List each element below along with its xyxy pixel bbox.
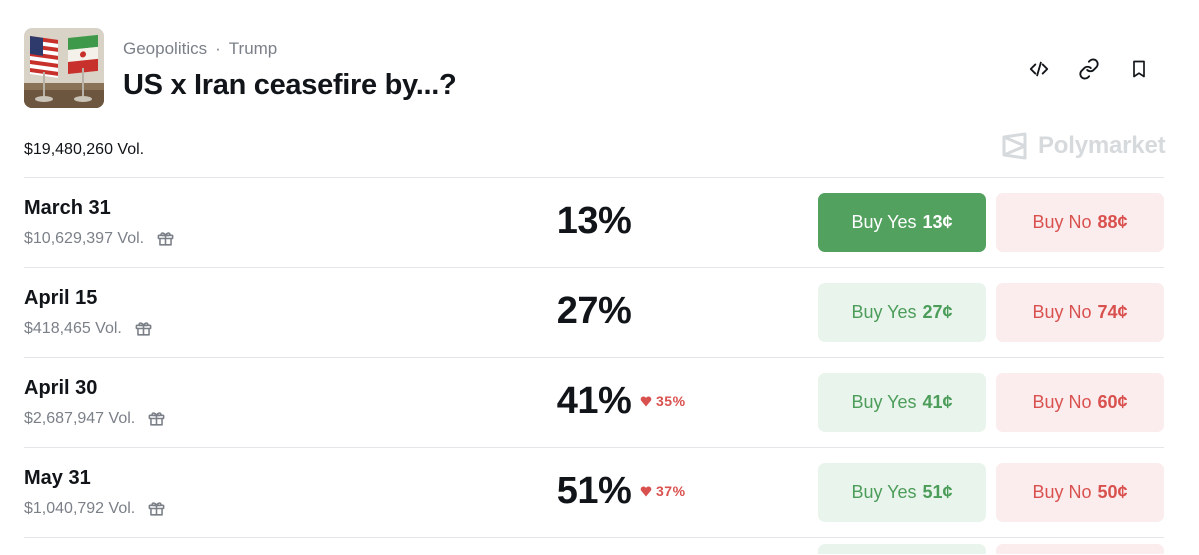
buy-no-button[interactable]: Buy No 74¢ <box>996 283 1164 342</box>
buy-yes-button[interactable]: Buy Yes 51¢ <box>818 463 986 522</box>
outcome-date: April 30 <box>24 377 98 399</box>
down-triangle-icon <box>640 485 652 496</box>
outcome-row[interactable]: April 15 $418,465 Vol. 27% Buy Yes 27¢ Buy No… <box>24 267 1164 357</box>
outcome-volume-text: $10,629,397 Vol. <box>24 229 145 247</box>
bookmark-button[interactable] <box>1114 54 1164 84</box>
copy-link-button[interactable] <box>1064 54 1114 84</box>
buy-yes-button[interactable]: Buy Yes 41¢ <box>818 373 986 432</box>
breadcrumb-tag[interactable]: Trump <box>229 39 278 59</box>
outcome-probability: 27% <box>556 290 632 332</box>
buy-no-label: Buy No <box>1032 482 1092 502</box>
outcome-row[interactable]: March 31 $10,629,397 Vol. 13% Buy Yes 13¢ Buy… <box>24 177 1164 267</box>
outcome-volume: $10,629,397 Vol. <box>24 229 175 248</box>
buy-yes-button[interactable] <box>818 544 986 554</box>
gift-icon <box>135 322 152 336</box>
brand-watermark: Polymarket <box>1001 132 1166 160</box>
buy-yes-price: 27¢ <box>922 302 953 322</box>
bookmark-icon <box>1133 60 1145 78</box>
breadcrumb-category[interactable]: Geopolitics <box>123 39 207 59</box>
gift-icon <box>148 502 165 516</box>
outcome-list: March 31 $10,629,397 Vol. 13% Buy Yes 13¢ Buy… <box>24 177 1164 554</box>
buy-yes-button[interactable]: Buy Yes 27¢ <box>818 283 986 342</box>
probability-change-value: 35% <box>656 393 686 409</box>
buy-no-button[interactable]: Buy No 50¢ <box>996 463 1164 522</box>
outcome-date: May 31 <box>24 467 91 489</box>
market-thumbnail <box>24 28 104 108</box>
buy-no-button[interactable]: Buy No 60¢ <box>996 373 1164 432</box>
outcome-volume-text: $418,465 Vol. <box>24 319 122 337</box>
outcome-probability: 13% <box>556 200 632 242</box>
polymarket-logo-icon <box>1002 132 1027 160</box>
buy-yes-label: Buy Yes <box>851 302 917 322</box>
probability-change: 35% <box>640 393 686 409</box>
gift-icon <box>157 232 174 246</box>
outcome-row[interactable]: April 30 $2,687,947 Vol. 41% 35% Buy Yes 41¢ B… <box>24 357 1164 447</box>
probability-change: 37% <box>640 483 686 499</box>
buy-yes-price: 13¢ <box>922 212 953 232</box>
outcome-volume-text: $2,687,947 Vol. <box>24 409 136 427</box>
buy-no-label: Buy No <box>1032 302 1092 322</box>
outcome-volume: $1,040,792 Vol. <box>24 499 166 518</box>
probability-change-value: 37% <box>656 483 686 499</box>
buy-no-price: 74¢ <box>1097 302 1128 322</box>
buy-no-button[interactable] <box>996 544 1164 554</box>
buy-yes-price: 41¢ <box>922 392 953 412</box>
buy-yes-label: Buy Yes <box>851 392 917 412</box>
gift-icon <box>148 412 165 426</box>
outcome-row[interactable]: May 31 $1,040,792 Vol. 51% 37% Buy Yes 51¢ Buy… <box>24 447 1164 537</box>
buy-yes-label: Buy Yes <box>851 482 917 502</box>
outcome-volume: $418,465 Vol. <box>24 319 153 338</box>
market-header: Geopolitics · Trump US x Iran ceasefire … <box>24 28 1164 108</box>
embed-code-icon <box>1029 61 1049 77</box>
outcome-volume: $2,687,947 Vol. <box>24 409 166 428</box>
buy-no-button[interactable]: Buy No 88¢ <box>996 193 1164 252</box>
down-triangle-icon <box>640 395 652 406</box>
buy-no-price: 60¢ <box>1097 392 1128 412</box>
outcome-date: March 31 <box>24 197 111 219</box>
link-icon <box>1079 58 1099 80</box>
buy-yes-button[interactable]: Buy Yes 13¢ <box>818 193 986 252</box>
buy-no-label: Buy No <box>1032 212 1092 232</box>
buy-no-price: 88¢ <box>1097 212 1128 232</box>
outcome-probability: 51% <box>556 470 632 512</box>
us-iran-flags-image <box>24 28 104 108</box>
buy-no-price: 50¢ <box>1097 482 1128 502</box>
embed-button[interactable] <box>1014 54 1064 84</box>
breadcrumb: Geopolitics · Trump <box>123 39 277 59</box>
breadcrumb-separator: · <box>215 39 221 58</box>
buy-yes-label: Buy Yes <box>851 212 917 232</box>
outcome-volume-text: $1,040,792 Vol. <box>24 499 136 517</box>
outcome-date: April 15 <box>24 287 98 309</box>
outcome-probability: 41% <box>556 380 632 422</box>
outcome-row-partial[interactable] <box>24 537 1164 554</box>
brand-name: Polymarket <box>1038 132 1166 159</box>
header-actions <box>1014 54 1164 84</box>
buy-yes-price: 51¢ <box>922 482 953 502</box>
page-title: US x Iran ceasefire by...? <box>123 69 457 101</box>
total-volume: $19,480,260 Vol. <box>24 141 145 158</box>
buy-no-label: Buy No <box>1032 392 1092 412</box>
